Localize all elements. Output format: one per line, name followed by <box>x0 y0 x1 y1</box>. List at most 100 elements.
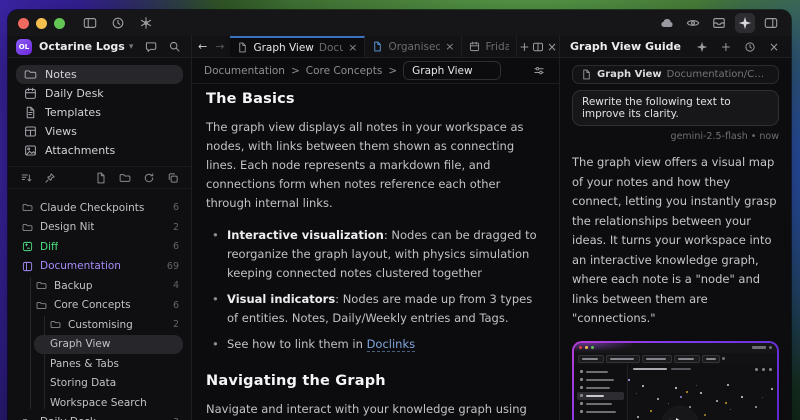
tree-item-documentation[interactable]: Documentation 69 <box>8 257 191 277</box>
nav-label: Templates <box>45 106 101 119</box>
context-chip[interactable]: Graph View Documentation/Core Concepts <box>572 65 779 84</box>
section-heading: The Basics <box>206 91 545 107</box>
sparkles-icon[interactable] <box>694 39 710 55</box>
list-item: Interactive visualization: Nodes can be … <box>206 226 545 283</box>
model-name: gemini-2.5-flash <box>671 131 748 142</box>
back-arrow-icon[interactable]: ← <box>198 40 207 53</box>
breadcrumb-segment[interactable]: Core Concepts <box>306 65 383 77</box>
close-panel-button[interactable]: × <box>767 38 781 56</box>
list-item: See how to link them in Doclinks <box>206 335 545 354</box>
tree-item-daily-desk[interactable]: Daily Desk 3 <box>8 413 191 420</box>
note-title-input[interactable] <box>403 61 501 80</box>
paragraph: Navigate and interact with your knowledg… <box>206 400 545 420</box>
workspace-name[interactable]: Octarine Logs <box>39 40 125 53</box>
tree-item-backup[interactable]: Backup 4 <box>8 276 191 296</box>
tab-friday-daily[interactable]: Friday, D <box>462 36 517 57</box>
sidebar-item-templates[interactable]: Templates <box>16 103 183 122</box>
folder-tree: Claude Checkpoints 6 Design Nit 2 Diff 6… <box>8 189 191 420</box>
feedback-comment-icon[interactable] <box>142 38 159 55</box>
tree-guide-line <box>44 316 45 409</box>
table-grid-icon <box>24 125 37 138</box>
calendar-icon <box>24 87 37 100</box>
tab-path: Documentatio <box>319 42 343 54</box>
folder-icon <box>36 300 47 311</box>
tree-item-claude-checkpoints[interactable]: Claude Checkpoints 6 <box>8 198 191 218</box>
history-clock-icon[interactable] <box>108 13 128 33</box>
chat-history-icon[interactable] <box>742 39 758 55</box>
new-chat-button[interactable]: + <box>719 38 733 56</box>
note-count: 4 <box>173 280 179 291</box>
new-tab-button[interactable]: + <box>517 36 531 57</box>
sort-icon[interactable] <box>20 172 32 184</box>
sidebar-item-notes[interactable]: Notes <box>16 65 183 84</box>
inbox-icon[interactable] <box>709 13 729 33</box>
user-prompt-bubble: Rewrite the following text to improve it… <box>572 90 779 126</box>
sliders-filter-icon[interactable] <box>531 63 547 79</box>
sidebar-item-daily-desk[interactable]: Daily Desk <box>16 84 183 103</box>
tree-guide-line <box>30 277 31 409</box>
mini-body <box>574 365 777 420</box>
nav-label: Views <box>45 125 77 138</box>
panel-right-toggle-icon[interactable] <box>761 13 781 33</box>
app-window: OL Octarine Logs ▾ ← → Graph View Docume… <box>8 10 791 420</box>
mini-tab-strip <box>574 353 777 365</box>
nav-label: Notes <box>45 68 77 81</box>
note-count: 69 <box>167 261 179 272</box>
close-icon[interactable]: × <box>445 40 454 53</box>
pin-icon[interactable] <box>44 172 56 184</box>
new-folder-icon[interactable] <box>119 172 131 184</box>
close-window-button[interactable] <box>18 18 29 29</box>
nav-label: Daily Desk <box>45 87 104 100</box>
close-pane-button[interactable]: × <box>545 36 559 57</box>
zoom-window-button[interactable] <box>54 18 65 29</box>
tree-item-customising[interactable]: Customising 2 <box>8 315 191 335</box>
sidebar: Notes Daily Desk Templates <box>8 58 192 420</box>
tree-item-design-nit[interactable]: Design Nit 2 <box>8 218 191 238</box>
tab-organised-notes[interactable]: Organised Notes × <box>365 36 462 57</box>
meta-dot: • <box>751 131 757 142</box>
tree-item-graph-view[interactable]: Graph View <box>34 335 183 355</box>
note-count: 6 <box>173 300 179 311</box>
search-icon[interactable] <box>166 38 183 55</box>
ai-sparkles-icon[interactable] <box>735 13 755 33</box>
breadcrumb-segment[interactable]: Documentation <box>204 65 285 77</box>
folder-icon <box>24 68 37 81</box>
video-thumbnail <box>574 343 777 420</box>
folder-icon <box>22 222 33 233</box>
tree-item-panes-tabs[interactable]: Panes & Tabs <box>8 354 191 374</box>
new-note-icon[interactable] <box>95 172 107 184</box>
tree-item-core-concepts[interactable]: Core Concepts 6 <box>8 296 191 316</box>
eye-icon[interactable] <box>683 13 703 33</box>
tree-item-workspace-search[interactable]: Workspace Search <box>8 393 191 413</box>
sidebar-item-attachments[interactable]: Attachments <box>16 141 183 160</box>
book-icon <box>22 261 33 272</box>
note-count: 6 <box>173 202 179 213</box>
chevron-down-icon: ▾ <box>129 42 134 52</box>
header-row: OL Octarine Logs ▾ ← → Graph View Docume… <box>8 36 791 58</box>
play-button[interactable] <box>662 407 698 420</box>
sparkle-burst-icon[interactable] <box>136 13 156 33</box>
panel-left-toggle-icon[interactable] <box>80 13 100 33</box>
cloud-sync-icon[interactable] <box>657 13 677 33</box>
paragraph: The graph view displays all notes in you… <box>206 118 545 213</box>
nav-label: Attachments <box>45 144 115 157</box>
tab-graph-view[interactable]: Graph View Documentatio × <box>230 36 365 57</box>
sidebar-item-views[interactable]: Views <box>16 122 183 141</box>
editor-pane: Documentation > Core Concepts > The Basi… <box>192 58 560 420</box>
split-pane-icon[interactable] <box>531 36 545 57</box>
sidebar-toolbar <box>8 166 191 189</box>
mini-graph-header <box>633 368 772 371</box>
note-count: 2 <box>173 222 179 233</box>
doclinks-link[interactable]: Doclinks <box>367 337 416 352</box>
tree-item-storing-data[interactable]: Storing Data <box>8 374 191 394</box>
section-heading: Navigating the Graph <box>206 373 545 389</box>
tree-item-diff[interactable]: Diff 6 <box>8 237 191 257</box>
video-preview[interactable] <box>572 341 779 420</box>
close-icon[interactable]: × <box>348 41 357 54</box>
forward-arrow-icon[interactable]: → <box>215 40 224 53</box>
tab-bar: ← → Graph View Documentatio × Organised … <box>192 36 560 57</box>
refresh-icon[interactable] <box>143 172 155 184</box>
minimize-window-button[interactable] <box>36 18 47 29</box>
document-body: The Basics The graph view displays all n… <box>192 84 559 420</box>
duplicate-icon[interactable] <box>167 172 179 184</box>
